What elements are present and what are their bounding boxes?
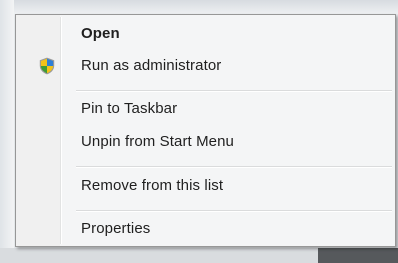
menu-item-unpin-from-start-menu[interactable]: Unpin from Start Menu [18,129,393,155]
menu-item-run-as-administrator[interactable]: Run as administrator [18,53,393,79]
menu-separator [76,90,392,92]
background-dark-area [318,248,398,263]
menu-item-properties[interactable]: Properties [18,216,393,242]
background-window-edge-left [0,0,14,263]
menu-item-label: Properties [81,220,151,237]
menu-item-remove-from-this-list[interactable]: Remove from this list [18,173,393,199]
menu-item-label: Pin to Taskbar [81,100,178,117]
menu-separator [76,166,392,168]
uac-shield-icon [39,57,55,75]
context-menu: Open Run as administrator Pin to Taskbar… [15,14,396,247]
menu-item-label: Run as administrator [81,57,222,74]
background-window-edge [0,0,398,14]
menu-separator [76,210,392,212]
menu-item-label: Open [81,25,120,42]
menu-item-label: Remove from this list [81,177,224,194]
menu-item-label: Unpin from Start Menu [81,133,234,150]
menu-item-open[interactable]: Open [18,21,393,47]
menu-item-pin-to-taskbar[interactable]: Pin to Taskbar [18,96,393,122]
